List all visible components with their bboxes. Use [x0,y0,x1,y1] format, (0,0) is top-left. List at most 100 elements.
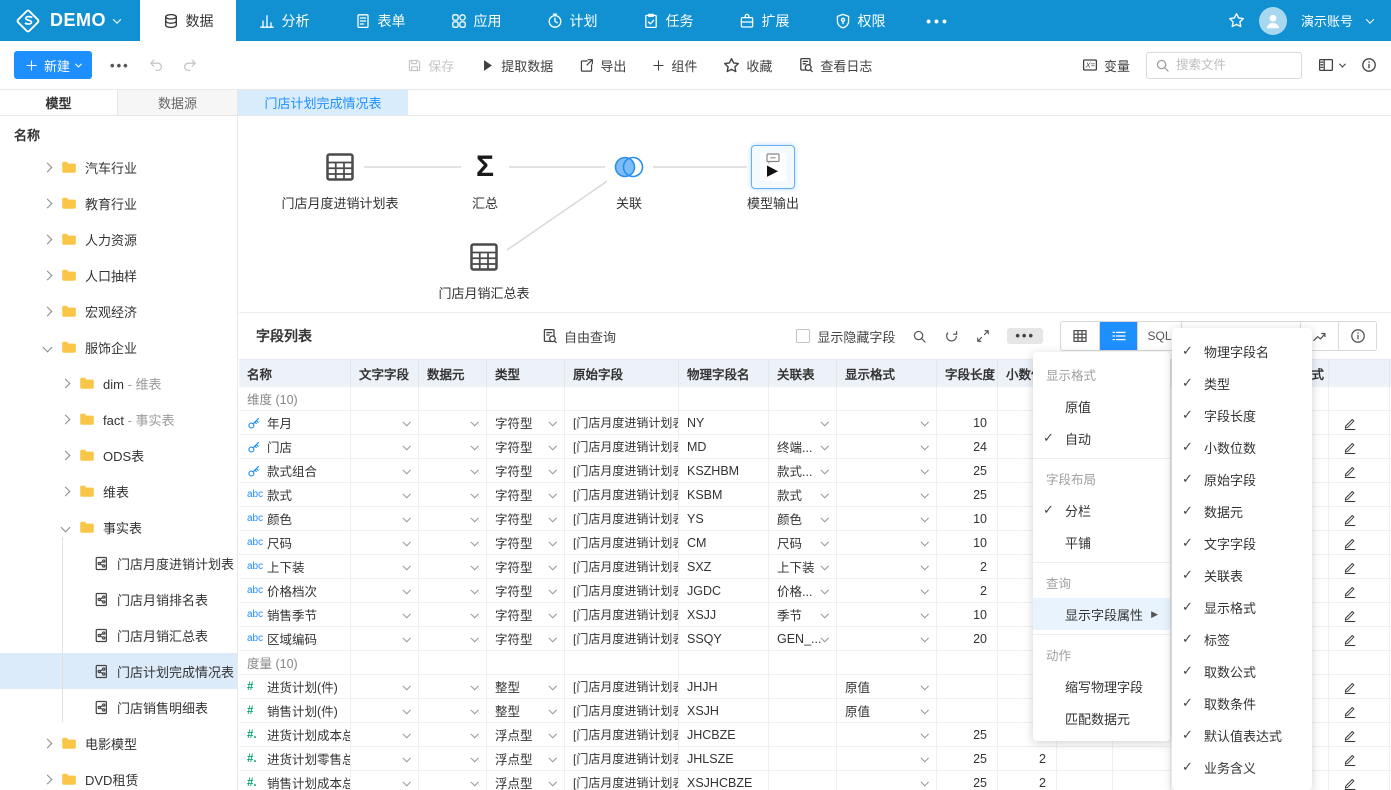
data-element-select[interactable] [419,579,487,602]
display-format-select[interactable] [837,435,937,458]
field-info-button[interactable] [1338,322,1376,350]
data-element-select[interactable] [419,483,487,506]
type-select[interactable]: 字符型 [487,579,565,602]
text-field-select[interactable] [351,747,419,770]
text-field-select[interactable] [351,555,419,578]
canvas-node-关联[interactable] [607,145,651,189]
type-select[interactable]: 浮点型 [487,771,565,790]
edit-pencil-icon[interactable] [1343,488,1357,502]
info-button[interactable] [1361,57,1377,73]
relation-table-select[interactable]: 颜色 [769,507,837,530]
panel-toggle-button[interactable] [1318,57,1345,73]
text-field-select[interactable] [351,579,419,602]
text-field-select[interactable] [351,459,419,482]
type-select[interactable]: 字符型 [487,483,565,506]
chevron-right-icon[interactable] [43,774,53,784]
display-format-select[interactable] [837,483,937,506]
menu-item-显示字段属性[interactable]: 显示字段属性▶ [1033,598,1170,630]
submenu-item-标签[interactable]: ✓标签 [1172,623,1312,655]
sidebar-item-门店销售明细表[interactable]: 门店销售明细表 [0,689,237,725]
data-element-select[interactable] [419,507,487,530]
chevron-right-icon[interactable] [43,270,53,280]
display-format-select[interactable]: 原值 [837,675,937,698]
export-button[interactable]: 导出 [579,56,626,75]
data-element-select[interactable] [419,531,487,554]
text-field-select[interactable] [351,411,419,434]
text-field-select[interactable] [351,771,419,790]
canvas-node-模型输出[interactable] [751,145,795,189]
undo-button[interactable] [148,57,164,73]
edit-pencil-icon[interactable] [1343,680,1357,694]
type-select[interactable]: 字符型 [487,507,565,530]
edit-pencil-icon[interactable] [1343,632,1357,646]
display-format-select[interactable] [837,459,937,482]
nav-tab-0[interactable]: 数据 [140,0,236,41]
edit-cell[interactable] [1329,603,1390,626]
relation-table-select[interactable]: 终端... [769,435,837,458]
chevron-down-icon[interactable] [61,522,71,532]
chevron-right-icon[interactable] [43,198,53,208]
view-log-button[interactable]: 查看日志 [798,56,872,75]
sidebar-item-教育行业[interactable]: 教育行业 [0,185,237,221]
nav-tab-3[interactable]: 应用 [428,0,524,41]
nav-more-button[interactable]: ••• [908,0,968,41]
type-select[interactable]: 浮点型 [487,747,565,770]
edit-cell[interactable] [1329,507,1390,530]
field-name-cell[interactable]: abc价格档次 [239,579,351,602]
sidebar-item-DVD租赁[interactable]: DVD租赁 [0,761,237,790]
free-query-button[interactable]: 自由查询 [542,327,616,346]
edit-cell[interactable] [1329,627,1390,650]
text-field-select[interactable] [351,603,419,626]
relation-table-select[interactable]: 季节 [769,603,837,626]
menu-item-分栏[interactable]: ✓分栏 [1033,494,1170,526]
relation-table-select[interactable]: 尺码 [769,531,837,554]
edit-cell[interactable] [1329,459,1390,482]
canvas-node-门店月度进销计划表[interactable] [318,145,362,189]
display-format-select[interactable] [837,603,937,626]
edit-pencil-icon[interactable] [1343,464,1357,478]
edit-pencil-icon[interactable] [1343,728,1357,742]
favorite-star-icon[interactable] [1228,12,1245,29]
edit-cell[interactable] [1329,483,1390,506]
sidebar-item-人口抽样[interactable]: 人口抽样 [0,257,237,293]
search-input[interactable] [1176,58,1293,72]
submenu-item-数据元[interactable]: ✓数据元 [1172,495,1312,527]
user-name[interactable]: 演示账号 [1301,11,1353,30]
chevron-right-icon[interactable] [43,306,53,316]
chevron-right-icon[interactable] [61,414,71,424]
menu-item-缩写物理字段[interactable]: 缩写物理字段 [1033,670,1170,702]
field-name-cell[interactable]: abc上下装 [239,555,351,578]
nav-tab-4[interactable]: 计划 [524,0,620,41]
submenu-item-原始字段[interactable]: ✓原始字段 [1172,463,1312,495]
sidebar-item-维表[interactable]: 维表 [0,473,237,509]
field-search-button[interactable] [912,329,927,344]
redo-button[interactable] [182,57,198,73]
display-format-select[interactable]: 原值 [837,699,937,722]
nav-tab-1[interactable]: 分析 [236,0,332,41]
chevron-right-icon[interactable] [43,738,53,748]
nav-tab-6[interactable]: 扩展 [716,0,812,41]
field-name-cell[interactable]: #.进货计划成本总额 [239,723,351,746]
refresh-button[interactable] [944,329,959,344]
sidebar-item-汽车行业[interactable]: 汽车行业 [0,149,237,185]
data-element-select[interactable] [419,747,487,770]
edit-pencil-icon[interactable] [1343,752,1357,766]
display-format-select[interactable] [837,579,937,602]
submenu-item-物理字段名[interactable]: ✓物理字段名 [1172,335,1312,367]
submenu-item-默认值表达式[interactable]: ✓默认值表达式 [1172,719,1312,751]
edit-pencil-icon[interactable] [1343,440,1357,454]
menu-item-匹配数据元[interactable]: 匹配数据元 [1033,702,1170,734]
nav-tab-2[interactable]: 表单 [332,0,428,41]
field-name-cell[interactable]: abc尺码 [239,531,351,554]
text-field-select[interactable] [351,627,419,650]
type-select[interactable]: 字符型 [487,435,565,458]
display-format-select[interactable] [837,531,937,554]
sidebar-item-事实表[interactable]: 事实表 [0,509,237,545]
sidebar-item-门店月销排名表[interactable]: 门店月销排名表 [0,581,237,617]
submenu-item-关联表[interactable]: ✓关联表 [1172,559,1312,591]
sidebar-item-宏观经济[interactable]: 宏观经济 [0,293,237,329]
type-select[interactable]: 浮点型 [487,723,565,746]
save-button[interactable]: 保存 [407,56,454,75]
edit-pencil-icon[interactable] [1343,776,1357,790]
data-element-select[interactable] [419,699,487,722]
